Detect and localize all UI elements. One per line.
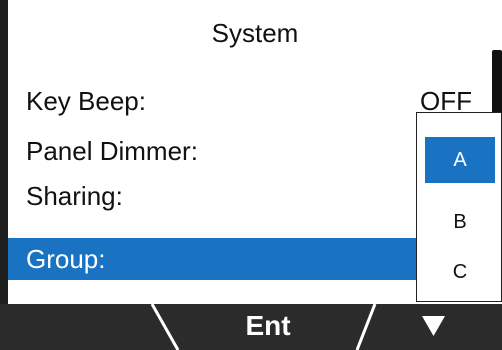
row-label: Panel Dimmer: (26, 136, 198, 166)
option-b[interactable]: B (425, 199, 495, 245)
down-triangle-icon (422, 316, 445, 336)
option-a[interactable]: A (425, 137, 495, 183)
row-label: Group: (26, 244, 106, 274)
row-label: Key Beep: (26, 86, 146, 116)
enter-softkey[interactable]: Ent (178, 304, 358, 350)
screen-title: System (211, 18, 299, 48)
group-options-popup: A B C (416, 112, 502, 302)
down-softkey[interactable] (375, 304, 502, 350)
softkey-bar: Ent (0, 304, 502, 350)
option-c[interactable]: C (425, 249, 495, 295)
scrollbar[interactable] (492, 50, 502, 120)
softkey-left[interactable] (0, 304, 165, 350)
row-label: Sharing: (26, 181, 123, 211)
enter-label: Ent (245, 310, 291, 341)
